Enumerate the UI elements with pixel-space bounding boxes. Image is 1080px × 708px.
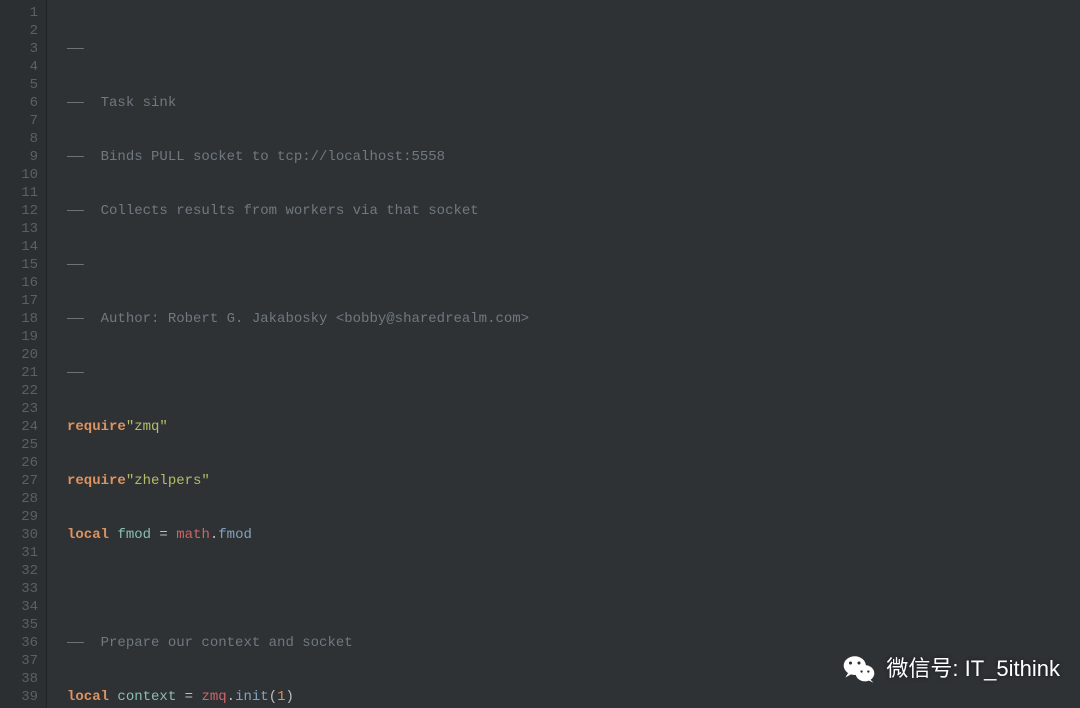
code-line: local fmod = math.fmod — [67, 526, 1080, 544]
wechat-watermark: 微信号: IT_5ithink — [842, 652, 1060, 686]
line-number: 37 — [0, 652, 38, 670]
line-number: 20 — [0, 346, 38, 364]
line-number: 32 — [0, 562, 38, 580]
line-number: 16 — [0, 274, 38, 292]
watermark-label: 微信号: IT_5ithink — [886, 660, 1060, 678]
line-number: 26 — [0, 454, 38, 472]
line-number: 22 — [0, 382, 38, 400]
code-line: —— — [67, 40, 1080, 58]
line-number: 36 — [0, 634, 38, 652]
line-number: 6 — [0, 94, 38, 112]
line-number: 2 — [0, 22, 38, 40]
line-number: 27 — [0, 472, 38, 490]
line-number: 25 — [0, 436, 38, 454]
line-number: 8 — [0, 130, 38, 148]
line-number: 31 — [0, 544, 38, 562]
code-line: require"zhelpers" — [67, 472, 1080, 490]
code-line: local context = zmq.init(1) — [67, 688, 1080, 706]
code-line: —— Collects results from workers via tha… — [67, 202, 1080, 220]
line-number: 38 — [0, 670, 38, 688]
line-number: 4 — [0, 58, 38, 76]
code-line — [67, 580, 1080, 598]
line-number: 15 — [0, 256, 38, 274]
line-number: 21 — [0, 364, 38, 382]
code-line: —— Task sink — [67, 94, 1080, 112]
code-line: —— Author: Robert G. Jakabosky <bobby@sh… — [67, 310, 1080, 328]
line-number: 28 — [0, 490, 38, 508]
line-number: 19 — [0, 328, 38, 346]
line-number: 35 — [0, 616, 38, 634]
code-line: —— Binds PULL socket to tcp://localhost:… — [67, 148, 1080, 166]
line-number: 18 — [0, 310, 38, 328]
wechat-icon — [842, 652, 876, 686]
line-number: 7 — [0, 112, 38, 130]
line-number: 12 — [0, 202, 38, 220]
line-number: 9 — [0, 148, 38, 166]
code-line: —— Prepare our context and socket — [67, 634, 1080, 652]
code-editor[interactable]: 1234567891011121314151617181920212223242… — [0, 0, 1080, 708]
line-number-gutter: 1234567891011121314151617181920212223242… — [0, 0, 47, 708]
code-line: —— — [67, 364, 1080, 382]
line-number: 1 — [0, 4, 38, 22]
line-number: 29 — [0, 508, 38, 526]
line-number: 3 — [0, 40, 38, 58]
line-number: 17 — [0, 292, 38, 310]
line-number: 39 — [0, 688, 38, 706]
code-line: require"zmq" — [67, 418, 1080, 436]
line-number: 11 — [0, 184, 38, 202]
line-number: 24 — [0, 418, 38, 436]
line-number: 34 — [0, 598, 38, 616]
line-number: 13 — [0, 220, 38, 238]
code-area[interactable]: —— —— Task sink —— Binds PULL socket to … — [47, 0, 1080, 708]
line-number: 10 — [0, 166, 38, 184]
line-number: 33 — [0, 580, 38, 598]
code-line: —— — [67, 256, 1080, 274]
line-number: 23 — [0, 400, 38, 418]
line-number: 30 — [0, 526, 38, 544]
line-number: 14 — [0, 238, 38, 256]
line-number: 5 — [0, 76, 38, 94]
